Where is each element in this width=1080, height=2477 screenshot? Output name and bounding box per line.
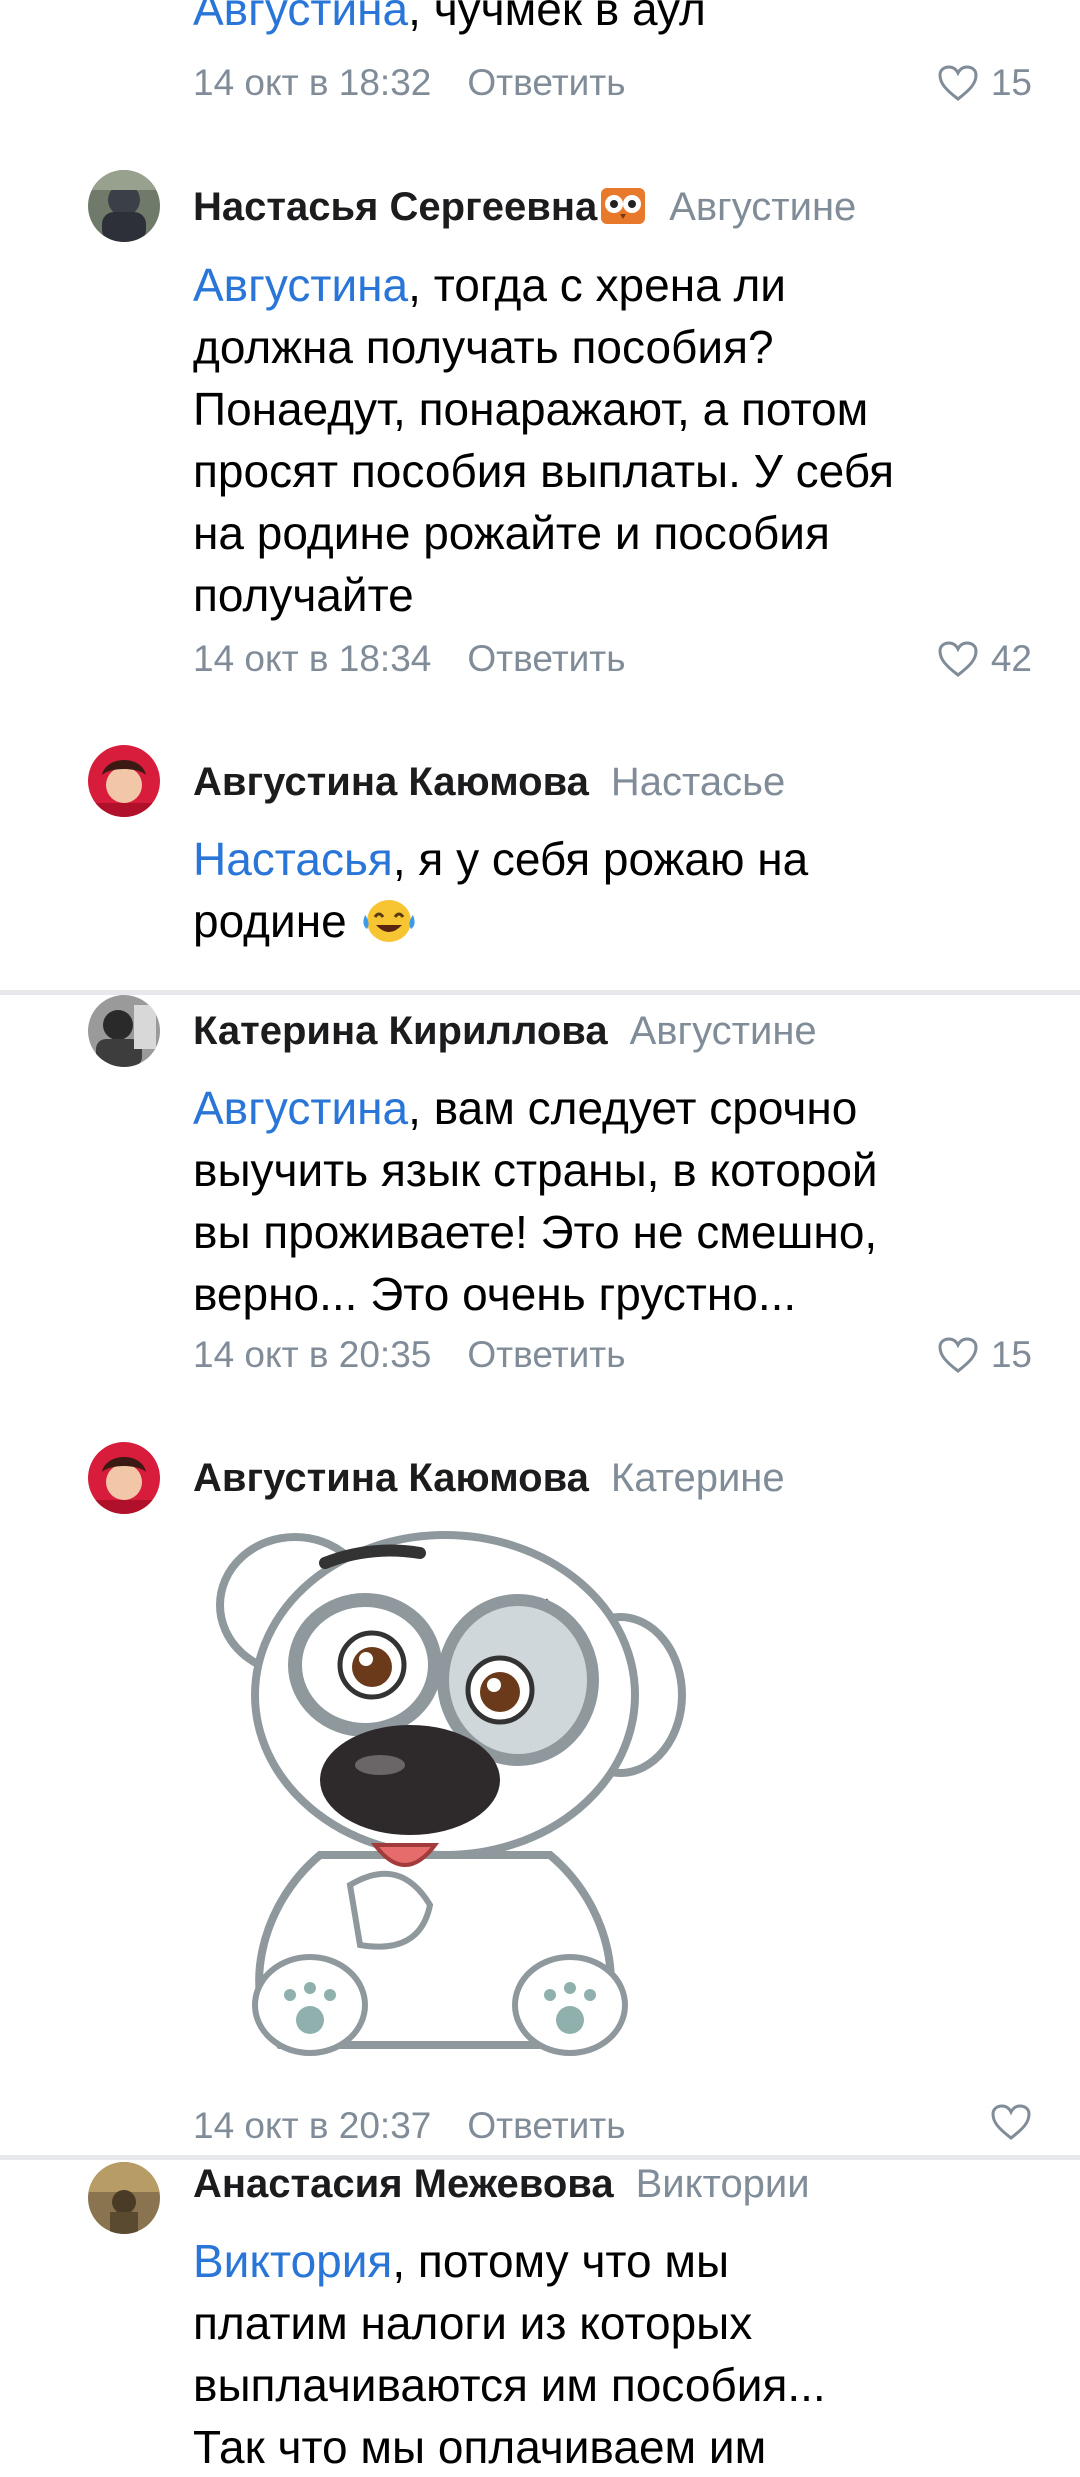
comment-line: платим налоги из которых <box>193 2297 753 2349</box>
like-button[interactable]: 15 <box>937 1332 1032 1378</box>
avatar-image <box>88 995 160 1067</box>
like-count: 15 <box>990 1334 1032 1375</box>
comment-text: Августина, чучмек в аул <box>193 0 1023 40</box>
avatar[interactable] <box>88 2162 160 2234</box>
comment-header: Августина Каюмова Настасье <box>193 758 785 806</box>
reply-to-name[interactable]: Настасье <box>611 760 785 804</box>
heart-icon <box>938 65 978 101</box>
avatar-image <box>88 745 160 817</box>
white-puppy-sticker-icon <box>200 1525 700 2085</box>
like-button[interactable]: 42 <box>937 636 1032 682</box>
avatar-image <box>88 170 160 242</box>
laughing-tears-emoji-icon <box>361 895 417 960</box>
comment-line: выучить язык страны, в которой <box>193 1144 878 1196</box>
comment-text: Виктория, потому что мы платим налоги из… <box>193 2230 1023 2477</box>
mention-link[interactable]: Августина <box>193 259 408 311</box>
reply-to-name[interactable]: Августине <box>630 1009 817 1053</box>
comment-date: 14 окт в 20:35 <box>193 1334 432 1375</box>
heart-icon <box>938 1337 978 1373</box>
comment-header: Настасья Сергеевна Августине <box>193 183 856 237</box>
reply-button[interactable]: Ответить <box>467 2105 625 2146</box>
avatar-image <box>88 1442 160 1514</box>
comment-date: 14 окт в 18:34 <box>193 638 432 679</box>
author-name[interactable]: Августина Каюмова <box>193 760 589 804</box>
comment-text: Августина, вам следует срочно выучить яз… <box>193 1077 1023 1325</box>
comment-header: Августина Каюмова Катерине <box>193 1454 785 1502</box>
like-count: 15 <box>990 62 1032 103</box>
comment-text: Августина, тогда с хрена ли должна получ… <box>193 254 1023 626</box>
like-count: 42 <box>990 638 1032 679</box>
reply-button[interactable]: Ответить <box>467 62 625 103</box>
author-name[interactable]: Анастасия Межевова <box>193 2162 614 2206</box>
comment-line: , потому что мы <box>392 2235 730 2287</box>
comment-line: Понаедут, понаражают, а потом <box>193 383 869 435</box>
comment-line: вы проживаете! Это не смешно, <box>193 1206 878 1258</box>
comment-header: Анастасия Межевова Виктории <box>193 2160 810 2208</box>
author-name[interactable]: Настасья Сергеевна <box>193 185 597 229</box>
avatar[interactable] <box>88 1442 160 1514</box>
comment-line: верно... Это очень грустно... <box>193 1268 797 1320</box>
comment-line: , вам следует срочно <box>408 1082 858 1134</box>
comments-section-middle: Катерина Кириллова Августине Августина, в… <box>0 995 1080 2155</box>
avatar[interactable] <box>88 995 160 1067</box>
reply-to-name[interactable]: Виктории <box>636 2162 810 2206</box>
avatar[interactable] <box>88 170 160 242</box>
like-button[interactable]: 15 <box>937 60 1032 106</box>
owl-emoji-icon <box>599 186 647 237</box>
avatar-image <box>88 2162 160 2234</box>
comments-section-bottom: Анастасия Межевова Виктории Виктория, пот… <box>0 2160 1080 2477</box>
comment-text-part: , чучмек в аул <box>408 0 706 35</box>
comment-meta: 14 окт в 20:35 Ответить <box>193 1332 626 1378</box>
comment-line: родине <box>193 895 347 947</box>
comment-line: получайте <box>193 569 414 621</box>
heart-icon <box>938 641 978 677</box>
mention-link[interactable]: Августина <box>193 0 408 35</box>
comment-line: , я у себя рожаю на <box>392 833 809 885</box>
mention-link[interactable]: Августина <box>193 1082 408 1134</box>
reply-button[interactable]: Ответить <box>467 1334 625 1375</box>
comment-meta: 14 окт в 18:34 Ответить <box>193 636 626 682</box>
comment-text: Настасья, я у себя рожаю на родине <box>193 828 1023 960</box>
avatar[interactable] <box>88 745 160 817</box>
comment-line: выплачиваются им пособия... <box>193 2359 826 2411</box>
comment-date: 14 окт в 20:37 <box>193 2105 432 2146</box>
author-name[interactable]: Августина Каюмова <box>193 1456 589 1500</box>
author-name[interactable]: Катерина Кириллова <box>193 1009 608 1053</box>
mention-link[interactable]: Виктория <box>193 2235 392 2287</box>
comment-header: Катерина Кириллова Августине <box>193 1007 817 1055</box>
comments-section-top: Августина, чучмек в аул 14 окт в 18:32 От… <box>0 0 1080 990</box>
comment-meta: 14 окт в 20:37 Ответить <box>193 2103 626 2149</box>
comment-date: 14 окт в 18:32 <box>193 62 432 103</box>
reply-button[interactable]: Ответить <box>467 638 625 679</box>
comment-meta: 14 окт в 18:32 Ответить <box>193 60 626 106</box>
reply-to-name[interactable]: Катерине <box>611 1456 785 1500</box>
heart-icon <box>991 2104 1031 2140</box>
like-button[interactable] <box>990 2103 1032 2141</box>
mention-link[interactable]: Настасья <box>193 833 393 885</box>
comment-line: должна получать пособия? <box>193 321 774 373</box>
comment-line: , тогда с хрена ли <box>408 259 787 311</box>
reply-to-name[interactable]: Августине <box>669 185 856 229</box>
comment-line: Так что мы оплачиваем им <box>193 2421 767 2473</box>
comment-line: просят пособия выплаты. У себя <box>193 445 894 497</box>
comment-line: на родине рожайте и пособия <box>193 507 830 559</box>
